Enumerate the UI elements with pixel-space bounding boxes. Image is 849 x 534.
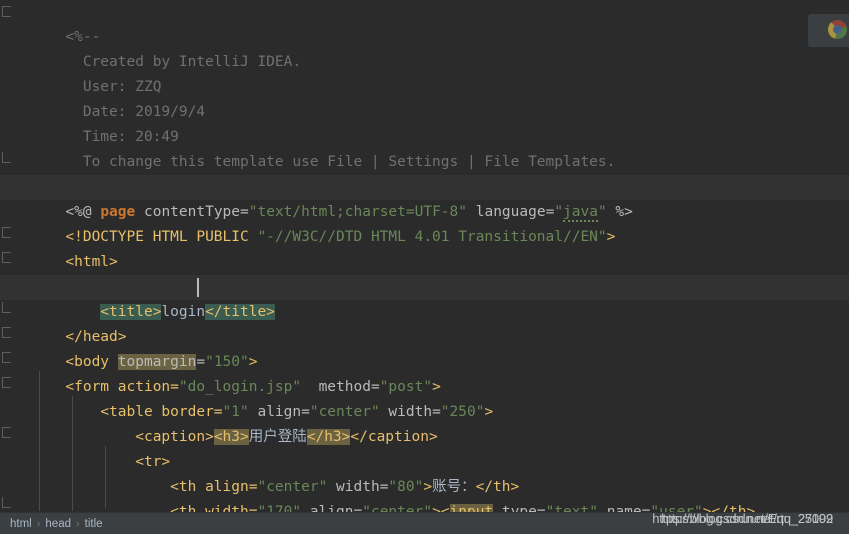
code-line[interactable]: --%> <box>0 150 849 195</box>
code-line[interactable]: </head> <box>0 300 849 345</box>
breadcrumb-item-html[interactable]: html <box>6 518 36 530</box>
code-line-active[interactable]: <title>login</title> <box>0 275 849 320</box>
code-line[interactable]: <tr> <box>0 425 849 470</box>
code-line[interactable]: <table border="1" align="center" width="… <box>0 375 849 420</box>
chrome-icon[interactable] <box>828 20 847 39</box>
code-line[interactable]: <body topmargin="150"> <box>0 325 849 370</box>
code-editor[interactable]: <%-- Created by IntelliJ IDEA. User: ZZQ… <box>0 0 849 512</box>
breadcrumb-item-head[interactable]: head <box>41 518 75 530</box>
editor-vertical-scrollbar[interactable] <box>840 0 849 512</box>
text-caret <box>197 278 199 297</box>
code-line[interactable]: <caption><h3>用户登陆</h3></caption> <box>0 400 849 445</box>
code-line[interactable]: <!DOCTYPE HTML PUBLIC "-//W3C//DTD HTML … <box>0 200 849 245</box>
code-line[interactable]: Time: 20:49 <box>0 100 849 145</box>
code-line[interactable]: <th align="center" width="80">账号：</th> <box>0 450 849 495</box>
code-line[interactable]: To change this template use File | Setti… <box>0 125 849 170</box>
code-line[interactable]: Date: 2019/9/4 <box>0 75 849 120</box>
code-line[interactable]: User: ZZQ <box>0 50 849 95</box>
code-line[interactable]: <%@ page contentType="text/html;charset=… <box>0 175 849 222</box>
code-line[interactable]: <form action="do_login.jsp" method="post… <box>0 350 849 395</box>
ide-window: <%-- Created by IntelliJ IDEA. User: ZZQ… <box>0 0 849 534</box>
code-line[interactable]: <%-- <box>0 0 849 45</box>
code-line[interactable]: Created by IntelliJ IDEA. <box>0 25 849 70</box>
code-line[interactable]: <html> <box>0 225 849 270</box>
breadcrumb-item-title[interactable]: title <box>81 518 107 530</box>
breadcrumb-bar: html › head › title <box>0 512 849 534</box>
code-line[interactable]: </tr> <box>0 500 849 512</box>
code-line[interactable]: <th width="170" align="center"><input ty… <box>0 475 849 512</box>
code-line[interactable]: <head> <box>0 250 849 295</box>
